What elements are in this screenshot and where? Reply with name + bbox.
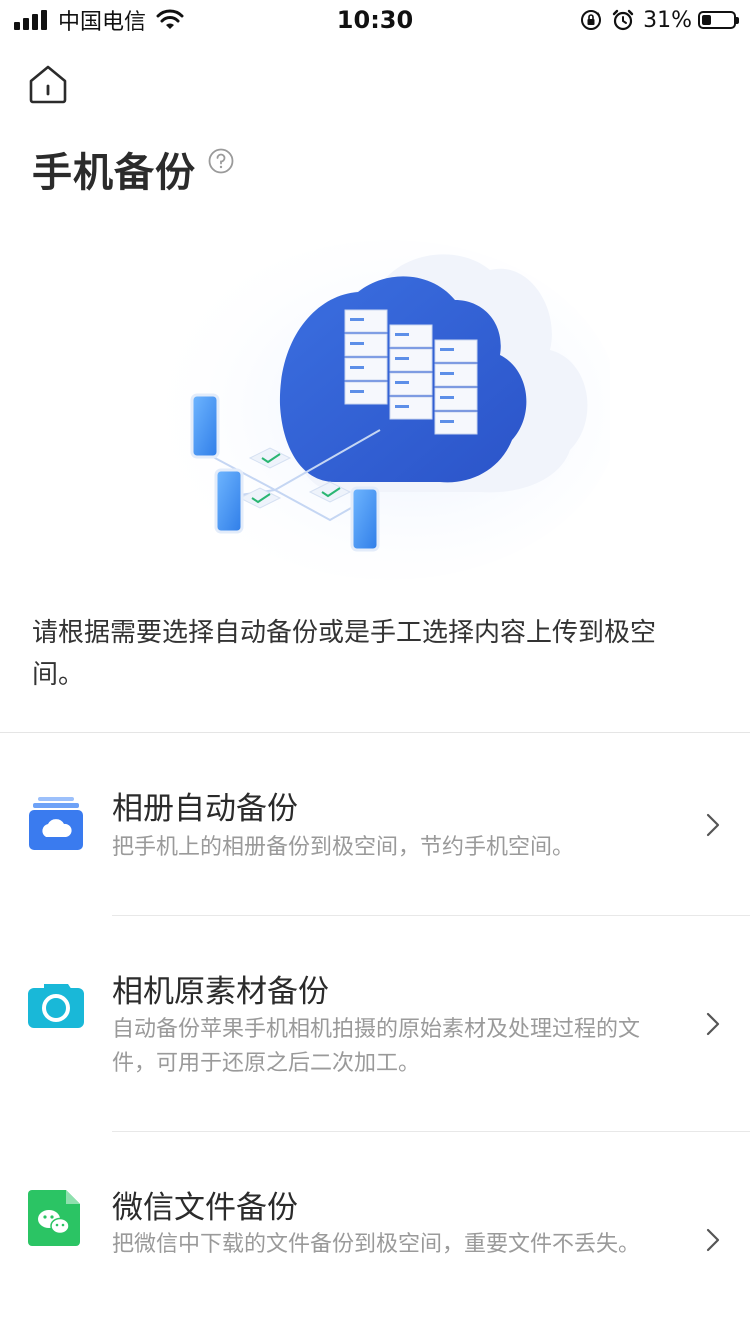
camera-icon (28, 984, 84, 1028)
cloud-server-phones-illustration (160, 240, 620, 580)
status-right: 31% (579, 6, 739, 34)
hero-illustration (140, 230, 620, 580)
page-title: 手机备份 (32, 150, 196, 196)
home-button[interactable] (26, 62, 70, 106)
option-title: 相册自动备份 (112, 791, 298, 827)
rotation-lock-icon (581, 10, 602, 30)
battery-percent: 31% (643, 7, 692, 33)
option-wechat-file-backup[interactable]: 微信文件备份 把微信中下载的文件备份到极空间，重要文件不丢失。 (0, 1132, 750, 1334)
option-camera-raw-backup[interactable]: 相机原素材备份 自动备份苹果手机相机拍摄的原始素材及处理过程的文件，可用于还原之… (0, 916, 750, 1131)
battery-level-fill (702, 15, 711, 25)
question-circle-icon[interactable] (208, 148, 234, 174)
option-title: 微信文件备份 (112, 1190, 298, 1226)
option-title: 相机原素材备份 (112, 974, 329, 1010)
wechat-file-icon (28, 1190, 80, 1246)
title-row: 手机备份 (32, 140, 234, 198)
page-description: 请根据需要选择自动备份或是手工选择内容上传到极空间。 (32, 618, 657, 690)
chevron-right-icon (706, 1228, 720, 1252)
option-album-backup[interactable]: 相册自动备份 把手机上的相册备份到极空间，节约手机空间。 (0, 733, 750, 915)
chevron-right-icon (706, 813, 720, 837)
status-bar: 中国电信 10:30 31% (0, 0, 750, 40)
home-icon (29, 65, 67, 104)
option-description: 把微信中下载的文件备份到极空间，重要文件不丢失。 (112, 1232, 641, 1257)
option-description: 自动备份苹果手机相机拍摄的原始素材及处理过程的文件，可用于还原之后二次加工。 (112, 1017, 641, 1076)
battery-icon (698, 11, 739, 29)
chevron-right-icon (706, 1012, 720, 1036)
album-cloud-icon (29, 797, 83, 850)
option-description: 把手机上的相册备份到极空间，节约手机空间。 (112, 835, 575, 860)
alarm-icon (612, 9, 634, 31)
